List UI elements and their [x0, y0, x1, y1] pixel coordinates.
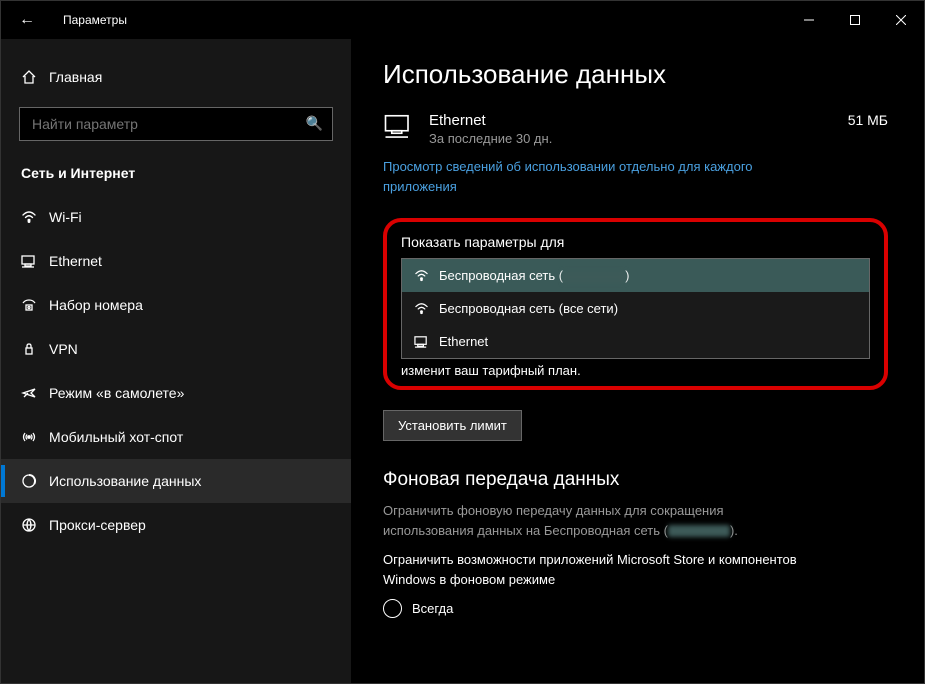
network-period: За последние 30 дн.: [429, 131, 848, 146]
sidebar: Главная 🔍 Сеть и Интернет Wi-Fi Ethernet…: [1, 39, 351, 683]
sidebar-item-hotspot[interactable]: Мобильный хот-спот: [1, 415, 351, 459]
sidebar-home-label: Главная: [49, 69, 102, 85]
search-wrap: 🔍: [19, 107, 333, 141]
hotspot-icon: [21, 429, 49, 445]
wifi-icon: [21, 209, 49, 225]
dropdown-expanded: Беспроводная сеть (xxxx) Беспроводная се…: [401, 258, 870, 359]
vpn-icon: [21, 341, 49, 357]
wifi-icon: [414, 268, 429, 283]
back-button[interactable]: ←: [19, 11, 35, 29]
data-usage-icon: [21, 473, 49, 489]
sidebar-item-proxy[interactable]: Прокси-сервер: [1, 503, 351, 547]
window-controls: [786, 1, 924, 39]
dropdown-option-wireless-named[interactable]: Беспроводная сеть (xxxx): [402, 259, 869, 292]
search-input[interactable]: [19, 107, 333, 141]
sidebar-item-airplane[interactable]: Режим «в самолете»: [1, 371, 351, 415]
sidebar-item-label: Использование данных: [49, 473, 201, 489]
usage-summary: Ethernet За последние 30 дн. 51 МБ: [383, 112, 888, 147]
content: Использование данных Ethernet За последн…: [351, 39, 924, 683]
search-icon: 🔍: [306, 115, 323, 132]
dialup-icon: [21, 297, 49, 313]
truncated-text: изменит ваш тарифный план.: [401, 363, 870, 378]
bg-data-heading: Фоновая передача данных: [383, 469, 888, 491]
usage-amount: 51 МБ: [848, 112, 888, 128]
wifi-icon: [414, 301, 429, 316]
radio-icon: [383, 599, 402, 618]
sidebar-item-label: Ethernet: [49, 253, 102, 269]
minimize-button[interactable]: [786, 1, 832, 39]
sidebar-item-label: VPN: [49, 341, 78, 357]
page-title: Использование данных: [383, 59, 888, 90]
settings-window: ← Параметры Главная 🔍 Сеть и Интернет Wi…: [0, 0, 925, 684]
dropdown-option-label: Беспроводная сеть (все сети): [439, 301, 618, 316]
window-title: Параметры: [63, 13, 127, 27]
home-icon: [21, 69, 49, 85]
section-title: Сеть и Интернет: [1, 155, 351, 195]
sidebar-item-label: Мобильный хот-спот: [49, 429, 183, 445]
highlight-box: Показать параметры для Беспроводная сеть…: [383, 218, 888, 390]
sidebar-item-vpn[interactable]: VPN: [1, 327, 351, 371]
close-button[interactable]: [878, 1, 924, 39]
dropdown-option-label: Ethernet: [439, 334, 488, 349]
bg-data-description-2: Ограничить возможности приложений Micros…: [383, 550, 813, 589]
network-name: Ethernet: [429, 112, 848, 129]
sidebar-item-data-usage[interactable]: Использование данных: [1, 459, 351, 503]
sidebar-item-label: Wi-Fi: [49, 209, 82, 225]
set-limit-button[interactable]: Установить лимит: [383, 410, 522, 441]
dropdown-option-ethernet[interactable]: Ethernet: [402, 325, 869, 358]
titlebar: ← Параметры: [1, 1, 924, 39]
sidebar-item-label: Режим «в самолете»: [49, 385, 184, 401]
sidebar-item-label: Набор номера: [49, 297, 143, 313]
redacted-ssid: xxxx: [668, 525, 730, 537]
dropdown-label: Показать параметры для: [401, 234, 870, 250]
proxy-icon: [21, 517, 49, 533]
sidebar-item-ethernet[interactable]: Ethernet: [1, 239, 351, 283]
sidebar-item-dialup[interactable]: Набор номера: [1, 283, 351, 327]
sidebar-item-wifi[interactable]: Wi-Fi: [1, 195, 351, 239]
radio-always[interactable]: Всегда: [383, 599, 888, 618]
per-app-usage-link[interactable]: Просмотр сведений об использовании отдел…: [383, 157, 813, 196]
airplane-icon: [21, 385, 49, 401]
ethernet-icon: [383, 112, 417, 147]
radio-label: Всегда: [412, 601, 453, 616]
redacted-ssid: xxxx: [563, 271, 625, 283]
sidebar-home[interactable]: Главная: [1, 55, 351, 99]
ethernet-icon: [21, 253, 49, 269]
bg-data-description: Ограничить фоновую передачу данных для с…: [383, 501, 813, 540]
maximize-button[interactable]: [832, 1, 878, 39]
sidebar-item-label: Прокси-сервер: [49, 517, 146, 533]
ethernet-icon: [414, 334, 429, 349]
dropdown-option-wireless-all[interactable]: Беспроводная сеть (все сети): [402, 292, 869, 325]
